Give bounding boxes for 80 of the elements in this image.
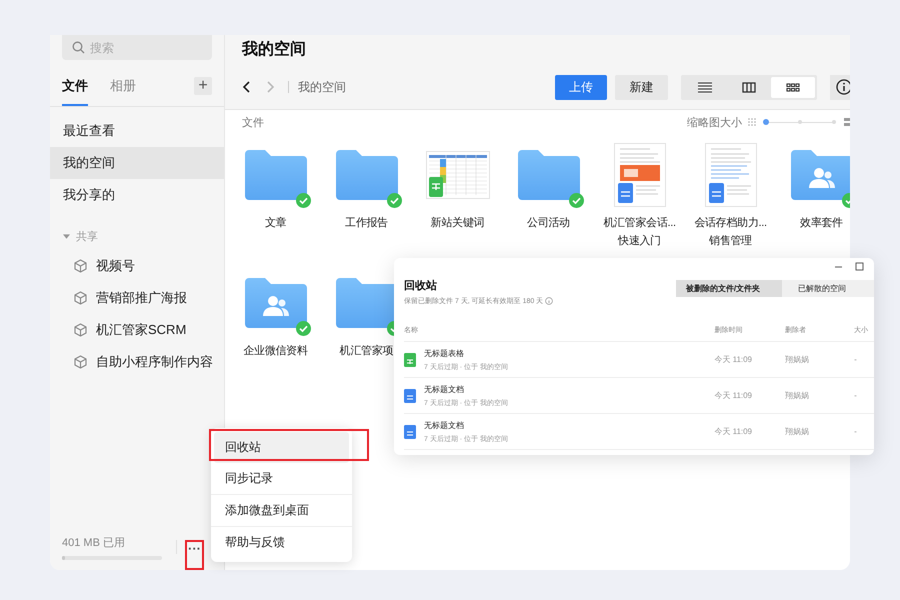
file-name: 效率套件 <box>800 216 843 231</box>
file-name: 会话存档助力... <box>694 216 767 231</box>
shared-space-item[interactable]: 视频号 <box>50 250 224 282</box>
file-name: 无标题文档 <box>424 384 465 394</box>
dialog-tab[interactable]: 被删除的文件/文件夹 <box>676 280 782 297</box>
spreadsheet-icon <box>404 352 416 366</box>
folder-icon[interactable] <box>336 150 398 200</box>
table-cell-text: 今天 11:09 <box>714 426 754 437</box>
file-name: 无标题表格 <box>424 348 465 358</box>
table-cell-text: - <box>854 391 858 400</box>
menu-item[interactable]: 同步记录 <box>211 463 352 494</box>
info-button[interactable] <box>830 74 850 100</box>
section-label: 文件 <box>242 116 264 130</box>
table-cell-text: 今天 11:09 <box>714 354 754 365</box>
maximize-icon[interactable] <box>855 262 864 271</box>
new-button[interactable]: 新建 <box>615 74 668 100</box>
breadcrumb[interactable]: 我的空间 <box>298 78 346 96</box>
table-cell-text: - <box>854 355 858 364</box>
cube-icon <box>74 323 87 337</box>
file-name: 工作报告 <box>345 216 388 231</box>
dialog-title: 回收站 <box>404 278 438 293</box>
info-icon <box>836 79 850 95</box>
grid-icon <box>786 82 800 92</box>
document-icon <box>404 388 416 402</box>
menu-item[interactable]: 添加微盘到桌面 <box>211 494 352 526</box>
folder-icon[interactable] <box>244 150 306 200</box>
file-name: 新站关键词 <box>430 216 484 231</box>
file-name: 销售管理 <box>709 234 752 249</box>
table-cell-text: 翔娲娲 <box>784 426 810 437</box>
page-title: 我的空间 <box>242 39 307 60</box>
nav-item[interactable]: 最近查看 <box>50 115 224 147</box>
large-grid-icon <box>844 118 850 126</box>
folder-icon[interactable] <box>518 150 580 200</box>
shared-folder-icon[interactable] <box>790 150 850 200</box>
document-icon <box>404 424 416 438</box>
spreadsheet-thumbnail[interactable] <box>426 151 490 199</box>
shared-space-item[interactable]: 营销部推广海报 <box>50 282 224 314</box>
grid-view-button[interactable] <box>771 76 815 98</box>
file-name: 文章 <box>264 216 286 231</box>
dialog-tab[interactable]: 已解散的空间 <box>782 280 874 297</box>
slider-thumb[interactable] <box>763 119 769 125</box>
file-name: 企业微信资料 <box>243 344 308 359</box>
sidebar-tab[interactable]: 文件 <box>62 74 88 106</box>
document-thumbnail[interactable] <box>704 143 756 207</box>
table-cell-text: - <box>854 427 858 436</box>
upload-button[interactable]: 上传 <box>555 74 607 100</box>
shared-space-item[interactable]: 自助小程序制作内容 <box>50 346 224 378</box>
shared-space-item[interactable]: 机汇管家SCRM <box>50 314 224 346</box>
add-button[interactable]: + <box>194 77 212 95</box>
collapse-triangle-icon[interactable] <box>63 233 70 240</box>
file-name: 机汇管家项 <box>340 344 394 359</box>
cube-icon <box>74 355 87 369</box>
nav-item[interactable]: 我分享的 <box>50 179 224 211</box>
small-grid-icon <box>748 118 756 126</box>
shared-folder-icon[interactable] <box>244 278 306 328</box>
nav-item[interactable]: 我的空间 <box>50 147 224 179</box>
search-icon <box>72 41 85 54</box>
cube-icon <box>74 291 87 305</box>
more-button[interactable]: ··· <box>185 540 204 570</box>
list-icon <box>698 82 712 92</box>
table-cell-text: 翔娲娲 <box>784 354 810 365</box>
file-name: 机汇管家会话... <box>603 216 676 231</box>
search-field[interactable]: 搜索 <box>62 35 212 60</box>
table-cell-text: 今天 11:09 <box>714 390 754 401</box>
menu-item[interactable]: 帮助与反馈 <box>211 526 352 558</box>
storage-usage: 401 MB 已用 <box>62 536 126 550</box>
file-name: 无标题文档 <box>424 420 465 430</box>
file-name: 公司活动 <box>527 216 570 231</box>
back-icon[interactable] <box>242 80 252 94</box>
cube-icon <box>74 259 87 273</box>
document-thumbnail[interactable] <box>614 143 666 207</box>
columns-icon <box>742 82 756 92</box>
table-cell-text: 翔娲娲 <box>784 390 810 401</box>
info-icon[interactable] <box>545 297 554 305</box>
forward-icon[interactable] <box>265 80 275 94</box>
thumbnail-size-label: 缩略图大小 <box>687 116 742 130</box>
file-name: 快速入门 <box>618 234 661 249</box>
section-label: 共享 <box>76 230 98 244</box>
menu-item[interactable]: 回收站 <box>214 432 349 463</box>
thumbnail-size-slider[interactable] <box>766 118 834 126</box>
